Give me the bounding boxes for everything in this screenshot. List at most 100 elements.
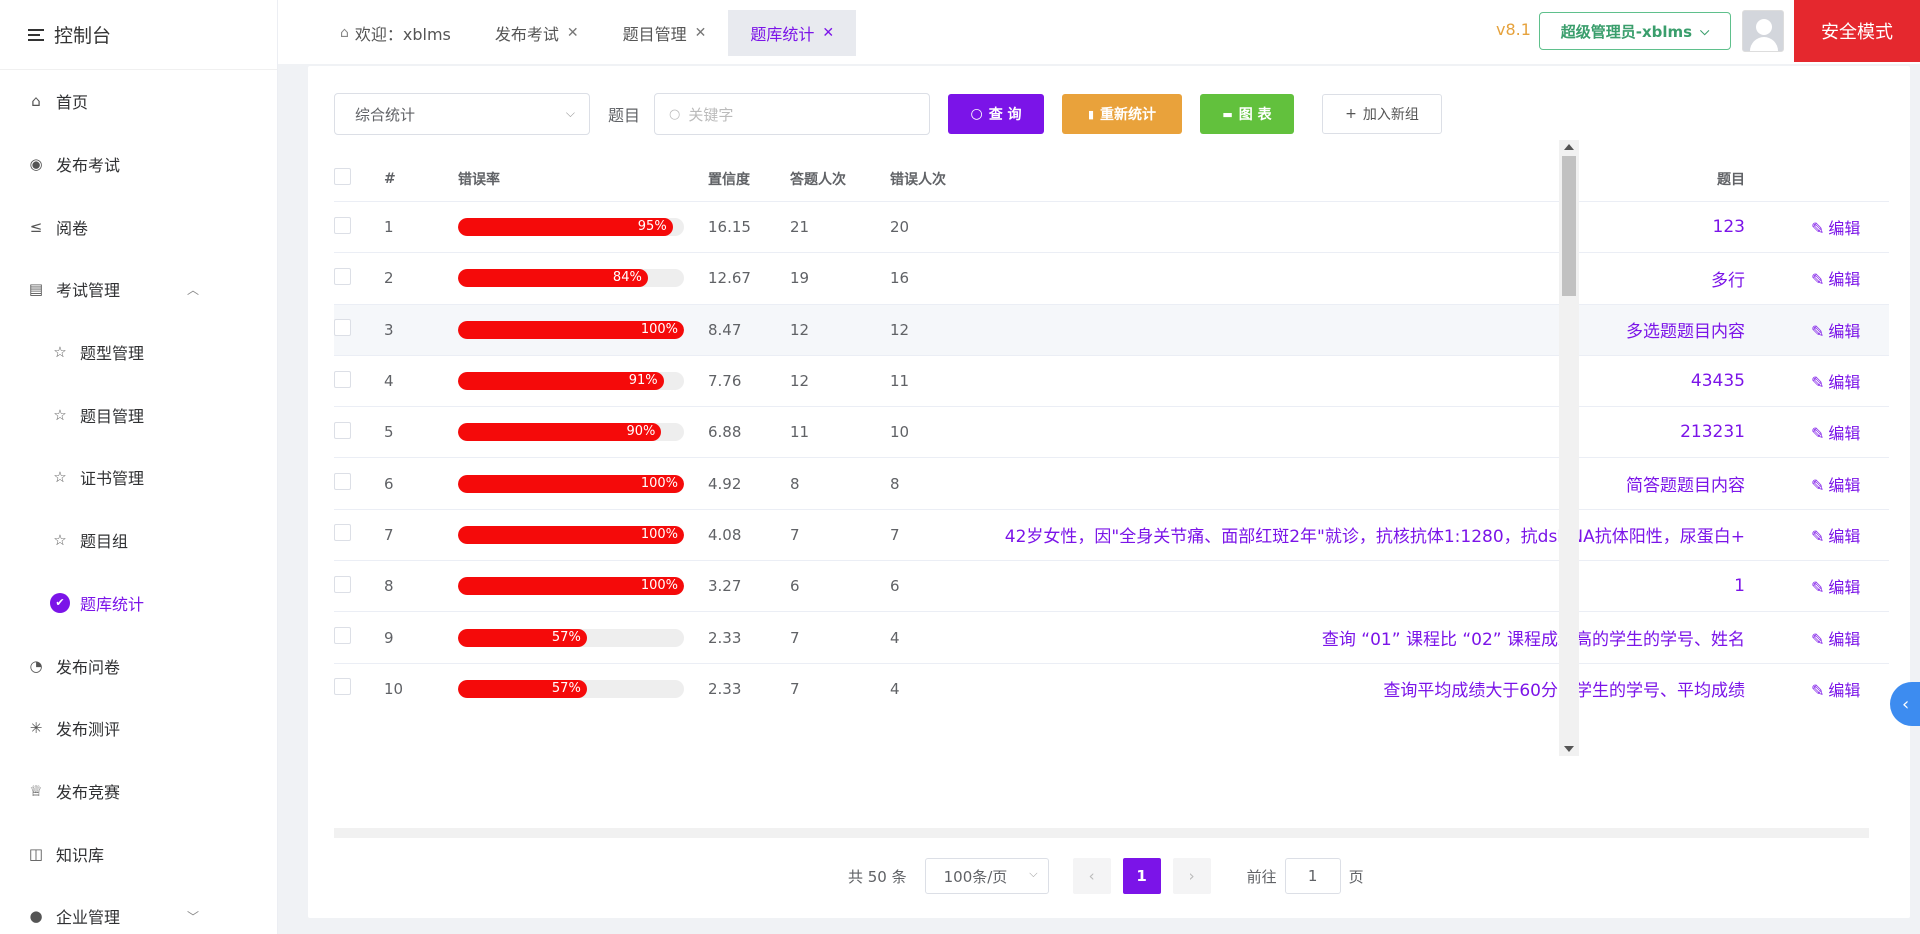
- question-title-link[interactable]: 123: [970, 217, 1745, 237]
- sidebar-item[interactable]: ◉ 发布考试: [0, 133, 277, 196]
- table-row[interactable]: 1 95% 16.15 21 20 123 ✎ 编辑: [334, 202, 1889, 254]
- sidebar-item[interactable]: ♕ 发布竞赛: [0, 760, 277, 823]
- table-row[interactable]: 7 100% 4.08 7 7 42岁女性，因"全身关节痛、面部红斑2年"就诊，抗核抗体1…: [334, 510, 1889, 562]
- avatar[interactable]: [1742, 10, 1784, 52]
- edit-button[interactable]: ✎ 编辑: [1745, 574, 1865, 598]
- errors-cell: 12: [890, 320, 910, 339]
- query-label: 查 询: [988, 107, 1022, 123]
- sidebar-item[interactable]: ☆ 题型管理: [0, 321, 277, 384]
- edit-button[interactable]: ✎ 编辑: [1745, 215, 1865, 239]
- row-checkbox[interactable]: [334, 319, 351, 337]
- edit-button[interactable]: ✎ 编辑: [1745, 369, 1865, 393]
- search-input[interactable]: ○ 关键字: [654, 93, 931, 135]
- edit-button[interactable]: ✎ 编辑: [1745, 420, 1865, 444]
- question-title-link[interactable]: 查询平均成绩大于60分的学生的学号、平均成绩: [970, 676, 1745, 701]
- table-row[interactable]: 5 90% 6.88 11 10 213231 ✎ 编辑: [334, 407, 1889, 459]
- chevron-icon: ﹀: [186, 909, 199, 924]
- sidebar-item[interactable]: ☆ 证书管理: [0, 446, 277, 509]
- sidebar-item-label: 知识库: [56, 845, 105, 865]
- query-button[interactable]: ○ 查 询: [948, 94, 1045, 134]
- answers-cell: 6: [790, 577, 800, 596]
- page-number-button[interactable]: 1: [1122, 858, 1161, 894]
- sidebar-item[interactable]: ⌂ 首页: [0, 70, 277, 133]
- sidebar-item[interactable]: ✳ 发布测评: [0, 697, 277, 760]
- table-row[interactable]: 6 100% 4.92 8 8 简答题题目内容 ✎ 编辑: [334, 458, 1889, 510]
- recount-label: 重新统计: [1100, 107, 1157, 123]
- question-title-link[interactable]: 简答题题目内容: [970, 471, 1745, 496]
- edit-button[interactable]: ✎ 编辑: [1745, 266, 1865, 290]
- next-page-button[interactable]: ›: [1172, 858, 1211, 894]
- question-title-link[interactable]: 查询 “01” 课程比 “02” 课程成绩高的学生的学号、姓名: [970, 625, 1745, 650]
- confidence-cell: 2.33: [708, 628, 742, 647]
- horizontal-scrollbar[interactable]: [334, 828, 1869, 838]
- row-checkbox[interactable]: [334, 370, 351, 388]
- scroll-down-icon[interactable]: [1564, 746, 1574, 752]
- table-row[interactable]: 1057%2.3374查询平均成绩大于60分的学生的学号、平均成绩✎编辑: [334, 664, 1889, 712]
- chart-label: 图 表: [1238, 107, 1272, 123]
- tab[interactable]: 题目管理 ✕: [601, 10, 729, 56]
- tab[interactable]: 题库统计 ✕: [728, 10, 857, 56]
- question-title-link[interactable]: 1: [970, 576, 1745, 596]
- header-rate[interactable]: 错误率: [458, 169, 708, 189]
- edit-button[interactable]: ✎ 编辑: [1745, 626, 1865, 650]
- question-title-link[interactable]: 42岁女性，因"全身关节痛、面部红斑2年"就诊，抗核抗体1:1280，抗dsDN…: [970, 522, 1745, 547]
- scrollbar-thumb[interactable]: [1562, 156, 1576, 296]
- row-checkbox[interactable]: [334, 524, 351, 542]
- stat-type-select[interactable]: 综合统计 ⌵: [334, 93, 590, 135]
- edit-button[interactable]: ✎ 编辑: [1745, 523, 1865, 547]
- question-title-link[interactable]: 43435: [970, 371, 1745, 391]
- safe-mode-button[interactable]: 安全模式: [1794, 0, 1920, 62]
- row-checkbox[interactable]: [334, 627, 351, 645]
- scroll-up-icon[interactable]: [1564, 144, 1574, 150]
- close-icon[interactable]: ✕: [822, 25, 834, 41]
- table-row[interactable]: 3 100% 8.47 12 12 多选题题目内容 ✎ 编辑: [334, 304, 1889, 356]
- sidebar-item[interactable]: ▤ 考试管理 ︿: [0, 258, 277, 321]
- row-checkbox[interactable]: [334, 473, 351, 491]
- row-checkbox[interactable]: [334, 421, 351, 439]
- close-icon[interactable]: ✕: [567, 25, 579, 41]
- header-errors[interactable]: 错误人次: [890, 169, 970, 189]
- question-title-link[interactable]: 多行: [970, 266, 1745, 291]
- select-all-checkbox[interactable]: [334, 168, 351, 185]
- sidebar-item[interactable]: ● 企业管理 ﹀: [0, 885, 277, 934]
- sidebar-item-label: 题目管理: [80, 406, 145, 426]
- table-row[interactable]: 8 100% 3.27 6 6 1 ✎ 编辑: [334, 561, 1889, 613]
- error-rate-bar: 57%: [458, 628, 684, 647]
- row-checkbox[interactable]: [334, 575, 351, 593]
- goto-page-input[interactable]: 1: [1284, 858, 1341, 894]
- row-checkbox[interactable]: [334, 216, 351, 234]
- errors-cell: 4: [890, 628, 900, 647]
- table-row[interactable]: 2 84% 12.67 19 16 多行 ✎ 编辑: [334, 253, 1889, 305]
- header-confidence[interactable]: 置信度: [708, 169, 790, 189]
- table-row[interactable]: 9 57% 2.33 7 4 查询 “01” 课程比 “02” 课程成绩高的学生的学号、姓…: [334, 612, 1889, 664]
- row-checkbox[interactable]: [334, 678, 351, 696]
- chart-button[interactable]: ▬ 图 表: [1200, 94, 1295, 134]
- prev-page-button[interactable]: ‹: [1072, 858, 1111, 894]
- question-title-link[interactable]: 多选题题目内容: [970, 317, 1745, 342]
- page-size-select[interactable]: 100条/页 ⌵: [924, 858, 1049, 894]
- tab[interactable]: 发布考试 ✕: [473, 10, 601, 56]
- vertical-scrollbar[interactable]: [1559, 140, 1579, 756]
- menu-icon[interactable]: [28, 28, 44, 41]
- add-group-button[interactable]: + 加入新组: [1322, 94, 1443, 134]
- sidebar-item[interactable]: ◔ 发布问卷: [0, 634, 277, 697]
- sidebar-item[interactable]: ≤ 阅卷: [0, 195, 277, 258]
- row-checkbox[interactable]: [334, 267, 351, 285]
- question-title-link[interactable]: 213231: [970, 422, 1745, 442]
- edit-button[interactable]: ✎ 编辑: [1745, 318, 1865, 342]
- tab[interactable]: ⌂ 欢迎：xblms: [318, 10, 473, 56]
- sidebar-item[interactable]: ◫ 知识库: [0, 822, 277, 885]
- sidebar-item[interactable]: ✔ 题库统计: [0, 572, 277, 635]
- close-icon[interactable]: ✕: [695, 25, 707, 41]
- sidebar-item[interactable]: ☆ 题目管理: [0, 383, 277, 446]
- error-rate-bar: 90%: [458, 423, 684, 442]
- table-row[interactable]: 4 91% 7.76 12 11 43435 ✎ 编辑: [334, 356, 1889, 408]
- answers-cell: 21: [790, 218, 810, 237]
- sidebar-item[interactable]: ☆ 题目组: [0, 509, 277, 572]
- admin-dropdown[interactable]: 超级管理员-xblms ⌵: [1539, 12, 1731, 50]
- header-answers[interactable]: 答题人次: [790, 169, 890, 189]
- edit-label: 编辑: [1828, 270, 1861, 290]
- edit-button[interactable]: ✎ 编辑: [1745, 472, 1865, 496]
- edit-button[interactable]: ✎ 编辑: [1745, 677, 1865, 701]
- recount-button[interactable]: ▮ 重新统计: [1062, 94, 1183, 134]
